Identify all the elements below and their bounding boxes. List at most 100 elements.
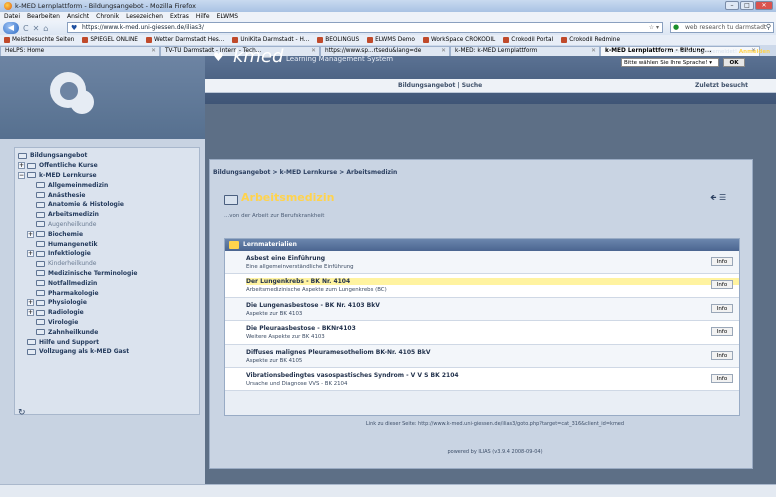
url-bar[interactable]: ♥ https://www.k-med.uni-giessen.de/ilias… <box>67 22 663 33</box>
expand-icon[interactable]: + <box>27 299 34 307</box>
tab-close-icon[interactable]: ✕ <box>311 48 316 54</box>
expand-icon[interactable]: + <box>27 230 34 238</box>
tree-item-biochemie[interactable]: + Biochemie <box>18 229 196 239</box>
collapse-icon[interactable]: − <box>18 171 25 179</box>
expand-icon[interactable]: + <box>27 250 34 258</box>
tab-kmed-lernplattform[interactable]: k-MED: k-MED Lernplattform ✕ <box>450 46 600 56</box>
tab-close-icon[interactable]: ✕ <box>441 48 446 54</box>
bookmark-item[interactable]: WorkSpace CROKODIL <box>422 37 495 43</box>
info-button[interactable]: Info <box>711 303 733 313</box>
info-button[interactable]: Info <box>711 257 733 266</box>
brand-logo[interactable]: kmed <box>233 46 283 67</box>
list-item[interactable]: Die Pleuraasbestose - BKNr4103 Weitere As… <box>225 321 739 345</box>
menu-item-elwms[interactable]: ELWMS <box>217 13 239 20</box>
tab-close-icon[interactable]: ✕ <box>151 48 156 54</box>
item-title[interactable]: Die Lungenasbestose - BK Nr. 4103 BkV <box>246 302 739 309</box>
tree-item-kmed-lernkurse[interactable]: − k-MED Lernkurse <box>18 171 196 181</box>
tree-item-hilfe-support[interactable]: Hilfe und Support <box>18 337 196 347</box>
info-button[interactable]: Info <box>711 373 733 383</box>
reload-icon[interactable]: C <box>23 24 29 33</box>
bookmark-item[interactable]: Crokodil Redmine <box>561 37 620 43</box>
menu-item-chronik[interactable]: Chronik <box>96 13 119 20</box>
login-link[interactable]: Anmelden <box>739 49 770 55</box>
list-item[interactable]: Vibrationsbedingtes vasospastisches Synd… <box>225 367 739 392</box>
tree-item-physiologie[interactable]: + Physiologie <box>18 298 196 308</box>
folder-icon <box>36 211 45 218</box>
recently-visited-menu[interactable]: Zuletzt besucht <box>695 82 748 89</box>
subnav-links[interactable]: Bildungsangebot | Suche <box>398 82 482 89</box>
tree-item-offentliche-kurse[interactable]: + Offentliche Kurse <box>18 161 196 171</box>
tree-item-gast-zugang[interactable]: Vollzugang als k-MED Gast <box>18 347 196 357</box>
tab-close-icon[interactable]: ✕ <box>591 48 596 54</box>
tree-item-label: Bildungsangebot <box>30 152 88 160</box>
lernmaterialien-heading: Lernmaterialien <box>243 241 297 248</box>
tree-item-med-terminologie[interactable]: Medizinische Terminologie <box>18 269 196 279</box>
breadcrumb[interactable]: Bildungsangebot > k-MED Lernkurse > Arbe… <box>213 169 397 176</box>
permalink[interactable]: Link zu dieser Seite: http://www.k-med.u… <box>300 421 690 427</box>
list-item[interactable]: Der Lungenkrebs - BK Nr. 4104 Arbeitsmedi… <box>225 274 739 298</box>
tab-helps-home[interactable]: HeLPS: Home ✕ <box>0 46 160 56</box>
list-icon[interactable]: ☰ <box>719 193 726 202</box>
search-bar[interactable]: ● web research tu darmstadt ⚲ <box>670 22 774 33</box>
tree-item-label: Vollzugang als k-MED Gast <box>39 348 130 356</box>
bookmark-item[interactable]: ELWMS Demo <box>367 37 415 43</box>
list-item[interactable]: Asbest eine Einführung Eine allgemeinvers… <box>225 251 739 275</box>
folder-icon <box>36 309 45 316</box>
menu-item-ansicht[interactable]: Ansicht <box>67 13 89 20</box>
info-button[interactable]: Info <box>711 327 733 337</box>
bookmark-item[interactable]: BEOLINGUS <box>317 37 359 43</box>
bookmark-item[interactable]: Meistbesuchte Seiten <box>4 37 74 43</box>
bookmark-star-icon[interactable]: ☆ ▾ <box>649 23 659 32</box>
search-engine-icon[interactable]: ● <box>673 23 679 32</box>
tree-item-anaesthesie[interactable]: Anästhesie <box>18 190 196 200</box>
folder-icon <box>36 182 45 189</box>
tree-item-radiologie[interactable]: + Radiologie <box>18 308 196 318</box>
tree-item-virologie[interactable]: Virologie <box>18 318 196 328</box>
arrow-left-icon[interactable]: 🡸 <box>710 193 717 202</box>
search-icon[interactable]: ⚲ <box>766 23 771 32</box>
tree-item-notfallmedizin[interactable]: Notfallmedizin <box>18 278 196 288</box>
tree-item-pharmakologie[interactable]: Pharmakologie <box>18 288 196 298</box>
menu-item-bearbeiten[interactable]: Bearbeiten <box>27 13 60 20</box>
minimize-button[interactable]: – <box>725 1 739 10</box>
close-button[interactable]: ✕ <box>755 1 773 10</box>
menu-item-hilfe[interactable]: Hilfe <box>196 13 210 20</box>
tree-item-arbeitsmedizin[interactable]: Arbeitsmedizin <box>18 210 196 220</box>
home-icon[interactable]: ⌂ <box>43 24 48 33</box>
menu-item-lesezeichen[interactable]: Lesezeichen <box>126 13 163 20</box>
tree-item-infektiologie[interactable]: + Infektiologie <box>18 249 196 259</box>
info-button[interactable]: Info <box>711 280 733 290</box>
list-item[interactable]: Diffuses malignes Pleuramesotheliom BK-N… <box>225 344 739 368</box>
maximize-button[interactable]: □ <box>740 1 754 10</box>
item-title[interactable]: Diffuses malignes Pleuramesotheliom BK-N… <box>246 349 739 356</box>
bookmark-item[interactable]: UniKita Darmstadt - H... <box>232 37 309 43</box>
tree-item-allgemeinmedizin[interactable]: Allgemeinmedizin <box>18 180 196 190</box>
tree-item-anatomie[interactable]: Anatomie & Histologie <box>18 200 196 210</box>
ok-button[interactable]: OK <box>723 58 745 67</box>
tree-item-kinderheilkunde[interactable]: Kinderheilkunde <box>18 259 196 269</box>
tree-item-humangenetik[interactable]: Humangenetik <box>18 239 196 249</box>
bookmark-item[interactable]: Wetter Darmstadt Hes... <box>145 37 224 43</box>
item-title[interactable]: Die Pleuraasbestose - BKNr4103 <box>246 325 739 332</box>
tree-item-label: Anatomie & Histologie <box>48 201 124 209</box>
bookmark-item[interactable]: SPIEGEL ONLINE <box>82 37 138 43</box>
bookmark-item[interactable]: Crokodil Portal <box>503 37 553 43</box>
back-button[interactable]: ◀ <box>3 22 19 34</box>
tree-item-zahnheilkunde[interactable]: Zahnheilkunde <box>18 327 196 337</box>
stop-icon[interactable]: ✕ <box>33 24 40 33</box>
menu-item-extras[interactable]: Extras <box>170 13 189 20</box>
item-title[interactable]: Der Lungenkrebs - BK Nr. 4104 <box>246 278 739 286</box>
menu-item-datei[interactable]: Datei <box>4 13 20 20</box>
expand-icon[interactable]: + <box>18 162 25 170</box>
item-title[interactable]: Vibrationsbedingtes vasospastisches Synd… <box>246 372 739 379</box>
refresh-icon[interactable]: ↻ <box>18 408 26 418</box>
expand-icon[interactable]: + <box>27 309 34 317</box>
list-item[interactable]: Die Lungenasbestose - BK Nr. 4103 BkV Asp… <box>225 297 739 322</box>
info-button[interactable]: Info <box>711 350 733 360</box>
tree-item-bildungsangebot[interactable]: Bildungsangebot <box>18 151 196 161</box>
language-select[interactable]: Bitte wählen Sie Ihre Sprache! ▾ <box>621 58 719 67</box>
bookmark-icon <box>145 37 152 43</box>
item-title[interactable]: Asbest eine Einführung <box>246 255 739 262</box>
powered-by: powered by ILIAS (v3.9.4 2008-09-04) <box>447 449 543 455</box>
tree-item-augenheilkunde[interactable]: Augenheilkunde <box>18 220 196 230</box>
